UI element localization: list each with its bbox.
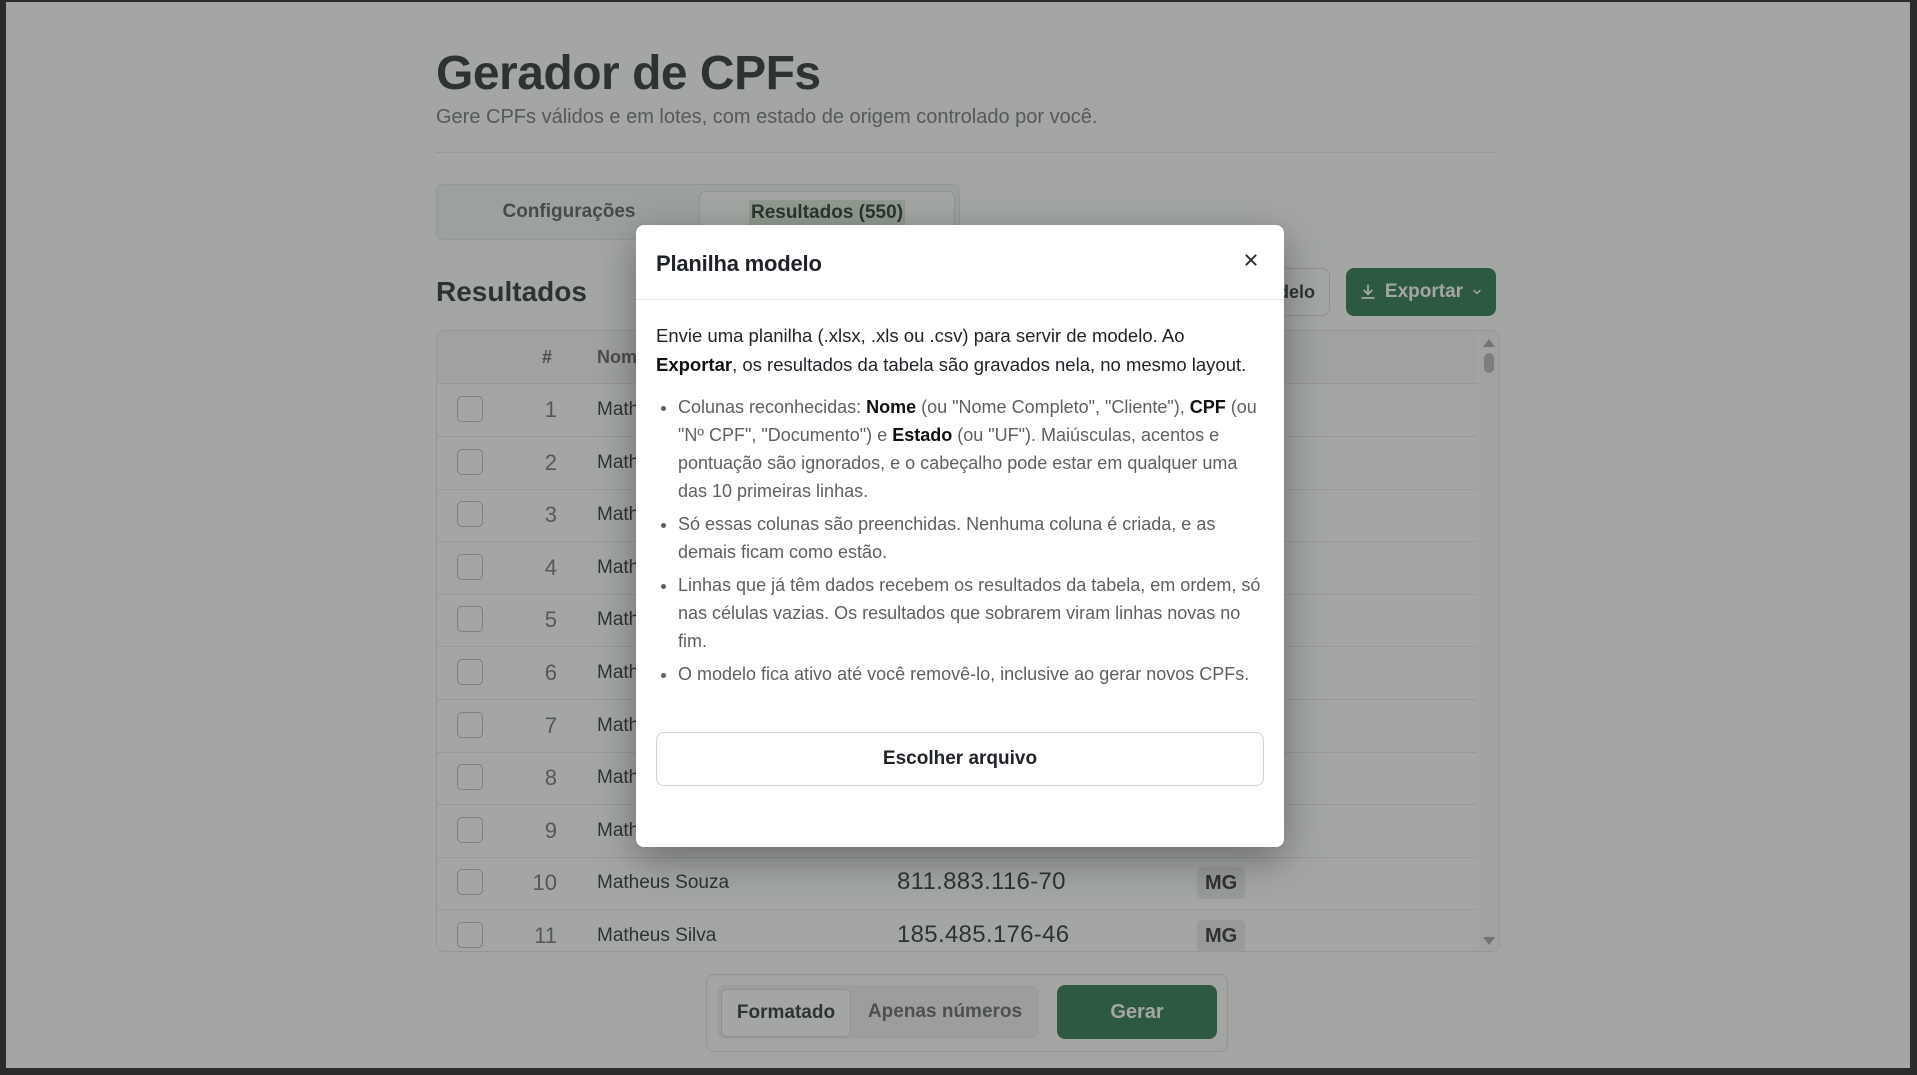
- dialog-bullet-list: Colunas reconhecidas: Nome (ou "Nome Com…: [656, 393, 1264, 688]
- bullet-bold: Estado: [892, 425, 953, 445]
- dialog-body: Envie uma planilha (.xlsx, .xls ou .csv)…: [656, 321, 1264, 693]
- bullet-text: (ou "Nome Completo", "Cliente"),: [916, 397, 1190, 417]
- bullet-bold: CPF: [1189, 397, 1226, 417]
- dialog-intro-text: Envie uma planilha (.xlsx, .xls ou .csv)…: [656, 325, 1185, 346]
- bullet-bold: Nome: [866, 397, 917, 417]
- dialog-header: Planilha modelo: [636, 225, 1284, 300]
- dialog-title: Planilha modelo: [656, 251, 822, 276]
- dialog-intro: Envie uma planilha (.xlsx, .xls ou .csv)…: [656, 321, 1264, 379]
- bullet-template-active: O modelo fica ativo até você removê-lo, …: [678, 660, 1264, 688]
- close-icon[interactable]: [1240, 249, 1262, 271]
- dialog-intro-text-2: , os resultados da tabela são gravados n…: [732, 354, 1247, 375]
- bullet-only-these-columns: Só essas colunas são preenchidas. Nenhum…: [678, 510, 1264, 566]
- choose-file-button[interactable]: Escolher arquivo: [656, 732, 1264, 786]
- template-spreadsheet-dialog: Planilha modelo Envie uma planilha (.xls…: [636, 225, 1284, 847]
- bullet-text: Colunas reconhecidas:: [678, 397, 867, 417]
- dialog-intro-bold: Exportar: [656, 354, 733, 375]
- bullet-recognized-columns: Colunas reconhecidas: Nome (ou "Nome Com…: [678, 393, 1264, 505]
- bullet-rows-filling: Linhas que já têm dados recebem os resul…: [678, 571, 1264, 655]
